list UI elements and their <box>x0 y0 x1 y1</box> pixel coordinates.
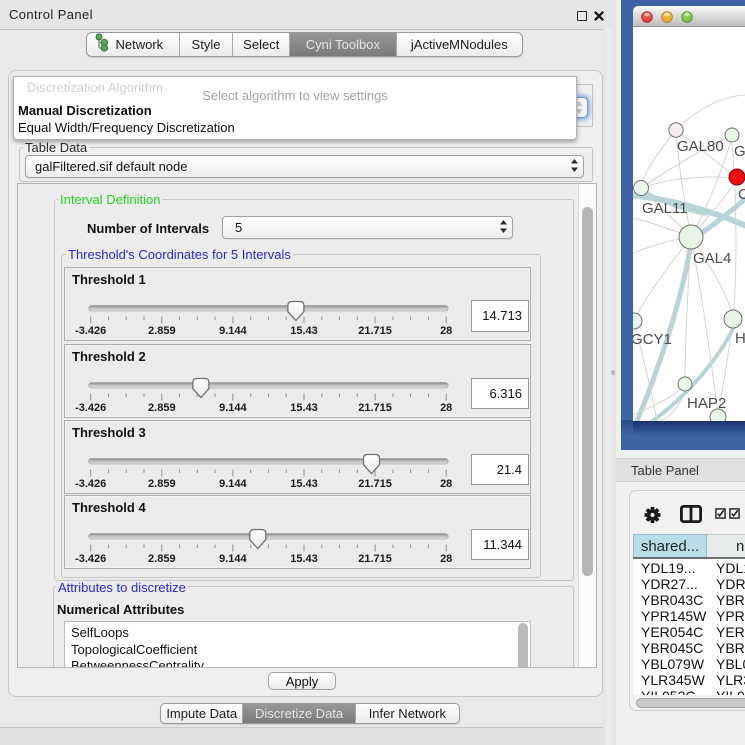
svg-text:2.859: 2.859 <box>148 402 176 414</box>
svg-text:GCY1: GCY1 <box>633 331 672 348</box>
svg-text:2.859: 2.859 <box>148 325 176 337</box>
svg-text:GA: GA <box>734 143 745 160</box>
svg-text:-3.426: -3.426 <box>75 478 106 490</box>
svg-text:2.859: 2.859 <box>148 553 176 565</box>
svg-text:28: 28 <box>440 402 452 414</box>
svg-text:-3.426: -3.426 <box>75 553 106 565</box>
svg-text:HAP2: HAP2 <box>687 395 726 412</box>
svg-text:15.43: 15.43 <box>290 325 318 337</box>
svg-text:H: H <box>735 330 745 347</box>
svg-text:21.715: 21.715 <box>358 553 392 565</box>
svg-text:15.43: 15.43 <box>290 553 318 565</box>
svg-text:GAL11: GAL11 <box>642 200 688 217</box>
svg-text:-3.426: -3.426 <box>75 402 106 414</box>
svg-text:-3.426: -3.426 <box>75 325 106 337</box>
svg-text:21.715: 21.715 <box>358 402 392 414</box>
svg-text:28: 28 <box>440 553 452 565</box>
svg-text:9.144: 9.144 <box>219 478 247 490</box>
svg-text:15.43: 15.43 <box>290 478 318 490</box>
svg-text:15.43: 15.43 <box>290 402 318 414</box>
svg-text:9.144: 9.144 <box>219 402 247 414</box>
svg-text:9.144: 9.144 <box>219 325 247 337</box>
svg-text:28: 28 <box>440 478 452 490</box>
svg-text:21.715: 21.715 <box>358 325 392 337</box>
svg-text:28: 28 <box>440 325 452 337</box>
svg-text:GAL4: GAL4 <box>693 250 731 267</box>
svg-text:21.715: 21.715 <box>358 478 392 490</box>
svg-text:C: C <box>738 186 745 203</box>
svg-text:9.144: 9.144 <box>219 553 247 565</box>
svg-text:2.859: 2.859 <box>148 478 176 490</box>
svg-text:GAL80: GAL80 <box>677 138 724 155</box>
